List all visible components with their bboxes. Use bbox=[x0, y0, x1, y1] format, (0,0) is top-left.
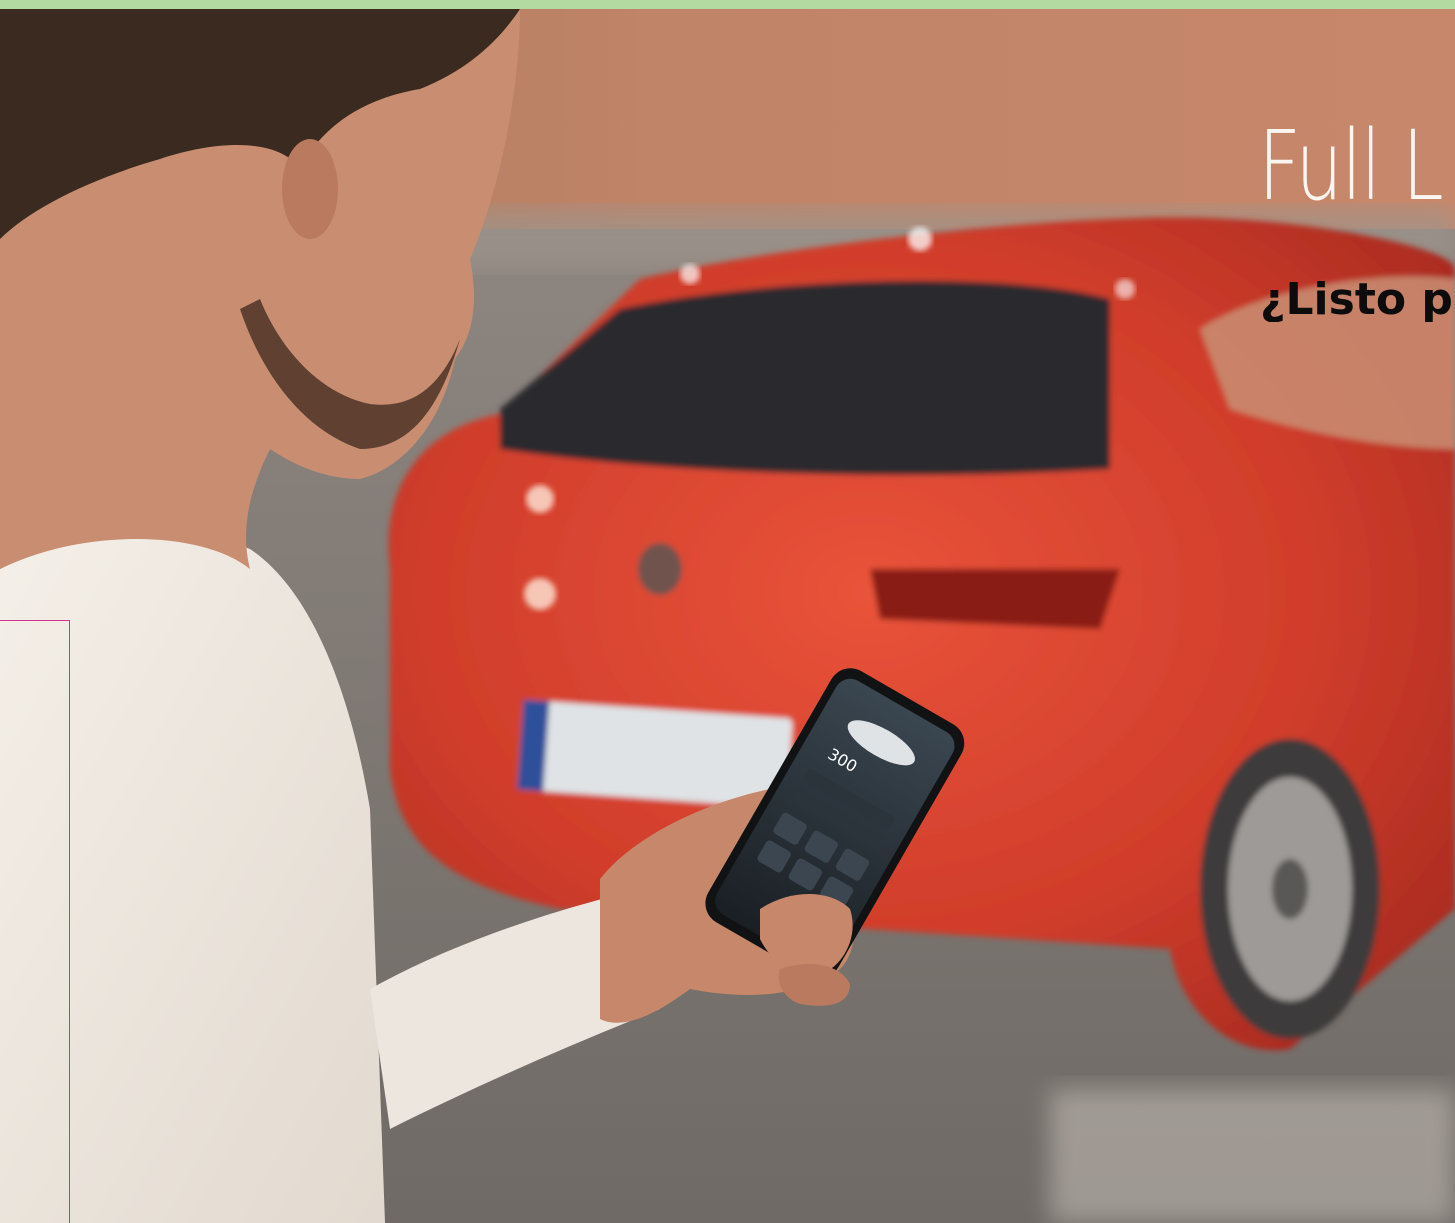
hero-title: Full L bbox=[1258, 118, 1444, 214]
top-accent-band bbox=[0, 0, 1455, 9]
tail-light bbox=[870, 569, 1120, 629]
hero-page: 300 Full L ¿Listo p bbox=[0, 0, 1455, 1223]
hero-photo: 300 bbox=[0, 9, 1455, 1223]
hero-subtitle: ¿Listo p bbox=[1260, 278, 1453, 322]
hero-title-wrapper: Full L bbox=[1258, 118, 1455, 214]
license-plate bbox=[517, 700, 793, 808]
ear bbox=[282, 139, 338, 239]
side-panel-frame bbox=[0, 620, 70, 1223]
